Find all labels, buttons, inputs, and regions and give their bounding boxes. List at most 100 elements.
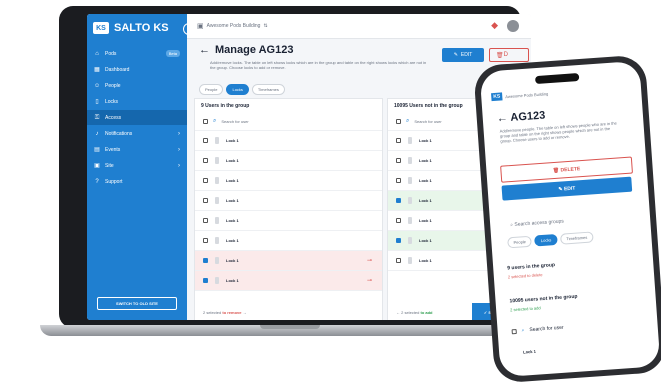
tabs: People Locks Timeframes: [199, 84, 285, 95]
sidebar-item-label: Access: [105, 114, 122, 121]
delete-label: D: [503, 52, 508, 58]
row-checkbox[interactable]: [396, 218, 401, 223]
tab-people[interactable]: People: [199, 84, 224, 95]
pencil-icon: ✎: [453, 52, 458, 58]
row-checkbox[interactable]: [203, 278, 208, 283]
row-checkbox[interactable]: [396, 238, 401, 243]
table-row[interactable]: Lock 1: [195, 151, 382, 171]
lock-name: Lock 1: [226, 278, 239, 283]
phone-breadcrumb[interactable]: Awesome Pods Building: [505, 91, 548, 99]
edit-label: EDIT: [460, 52, 473, 58]
chevron-right-icon: ›: [178, 146, 180, 153]
row-checkbox[interactable]: [396, 138, 401, 143]
row-checkbox[interactable]: [203, 178, 208, 183]
phone-user-search[interactable]: ⌕ Search for user: [511, 325, 564, 335]
laptop-bezel: KS SALTO KS ⌂ Pods Beta ▦ Dashboard ☺ People…: [59, 6, 531, 328]
key-icon: ⚿: [94, 114, 100, 121]
lock-name: Lock 1: [226, 178, 239, 183]
sidebar-item-site[interactable]: ▣ Site ›: [87, 158, 187, 173]
lock-device-icon: [215, 217, 219, 224]
table-row[interactable]: Lock 1: [195, 171, 382, 191]
lock-name: Lock 1: [419, 158, 432, 163]
search-icon: ⌕: [521, 327, 525, 334]
table-row[interactable]: Lock 1: [195, 211, 382, 231]
brand-logo[interactable]: KS SALTO KS: [87, 14, 187, 42]
phone-in-group-section[interactable]: 9 users in the group 2 selected to delet…: [507, 256, 648, 279]
phone-lock-row[interactable]: Lock 1: [523, 349, 536, 355]
remove-icon[interactable]: ⊸: [367, 277, 372, 284]
lock-name: Lock 1: [226, 198, 239, 203]
back-arrow-icon[interactable]: ←: [199, 44, 210, 56]
sidebar-item-pods[interactable]: ⌂ Pods Beta: [87, 46, 187, 61]
select-all-checkbox[interactable]: [511, 328, 517, 334]
search-input[interactable]: Search for user: [221, 119, 248, 124]
lock-device-icon: [408, 177, 412, 184]
sort-icon[interactable]: ⇅: [263, 23, 267, 29]
breadcrumb[interactable]: ▣ Awesome Pods Building ⇅: [197, 22, 268, 30]
sidebar-item-label: Site: [105, 162, 114, 169]
sidebar-item-people[interactable]: ☺ People: [87, 78, 187, 93]
help-icon: ?: [95, 178, 99, 185]
row-checkbox[interactable]: [203, 258, 208, 263]
sidebar-item-support[interactable]: ? Support: [87, 174, 187, 189]
lock-name: Lock 1: [419, 198, 432, 203]
table-row[interactable]: Lock 1: [195, 131, 382, 151]
page-description: Add/remove locks. The table on left show…: [210, 60, 427, 70]
lock-name: Lock 1: [419, 138, 432, 143]
row-checkbox[interactable]: [396, 258, 401, 263]
row-checkbox[interactable]: [396, 178, 401, 183]
brand-name: SALTO KS: [114, 22, 169, 34]
lock-name: Lock 1: [226, 238, 239, 243]
row-checkbox[interactable]: [396, 158, 401, 163]
select-all-checkbox[interactable]: [203, 119, 208, 124]
phone-tab-locks[interactable]: Locks: [534, 233, 558, 247]
phone-not-in-group-section[interactable]: 10095 users not in the group 2 selected …: [509, 289, 650, 313]
add-action: to add: [420, 309, 433, 315]
sidebar: KS SALTO KS ⌂ Pods Beta ▦ Dashboard ☺ People…: [87, 14, 187, 320]
edit-button[interactable]: ✎ EDIT: [442, 48, 484, 62]
table-row[interactable]: Lock 1 ⊸: [195, 271, 382, 291]
phone-brand-mark[interactable]: KS: [491, 92, 503, 102]
lock-name: Lock 1: [419, 178, 432, 183]
lock-name: Lock 1: [226, 258, 239, 263]
sidebar-item-dashboard[interactable]: ▦ Dashboard: [87, 62, 187, 77]
phone-search-access-groups[interactable]: ⌕ Search access groups: [510, 218, 564, 228]
lock-name: Lock 1: [226, 158, 239, 163]
phone-user-search-input[interactable]: Search for user: [529, 325, 564, 333]
phone-tab-people[interactable]: People: [507, 235, 533, 249]
beta-badge: Beta: [165, 50, 180, 57]
table-row[interactable]: Lock 1: [195, 231, 382, 251]
row-checkbox[interactable]: [203, 198, 208, 203]
avatar[interactable]: [507, 20, 519, 32]
row-checkbox[interactable]: [203, 218, 208, 223]
row-checkbox[interactable]: [396, 198, 401, 203]
sidebar-item-events[interactable]: ▤ Events ›: [87, 142, 187, 157]
lock-name: Lock 1: [226, 218, 239, 223]
phone-edit-label: EDIT: [563, 185, 576, 192]
lock-device-icon: [408, 257, 412, 264]
table-row[interactable]: Lock 1 ⊸: [195, 251, 382, 271]
switch-old-site-button[interactable]: SWITCH TO OLD SITE: [97, 297, 177, 310]
select-all-checkbox[interactable]: [396, 119, 401, 124]
lock-name: Lock 1: [419, 218, 432, 223]
sidebar-item-notifications[interactable]: ♪ Notifications ›: [87, 126, 187, 141]
sidebar-item-locks[interactable]: ▯ Locks: [87, 94, 187, 109]
lock-device-icon: [215, 237, 219, 244]
tab-locks[interactable]: Locks: [226, 84, 249, 95]
in-group-search[interactable]: ⌕ Search for user: [195, 113, 382, 131]
phone-dynamic-island: [534, 73, 580, 85]
lock-device-icon: [215, 197, 219, 204]
row-checkbox[interactable]: [203, 238, 208, 243]
notification-bell-icon[interactable]: ◆: [491, 20, 498, 31]
table-row[interactable]: Lock 1: [195, 191, 382, 211]
phone-tab-timeframes[interactable]: Timeframes: [559, 231, 594, 245]
row-checkbox[interactable]: [203, 138, 208, 143]
row-checkbox[interactable]: [203, 158, 208, 163]
search-input[interactable]: Search for user: [414, 119, 441, 124]
phone-page-title: ← AG123: [496, 109, 546, 125]
phone-search-input[interactable]: Search access groups: [514, 218, 564, 227]
remove-icon[interactable]: ⊸: [367, 257, 372, 264]
tab-timeframes[interactable]: Timeframes: [251, 84, 285, 95]
sidebar-item-label: Pods: [105, 50, 117, 57]
sidebar-item-access[interactable]: ⚿ Access: [87, 110, 187, 125]
